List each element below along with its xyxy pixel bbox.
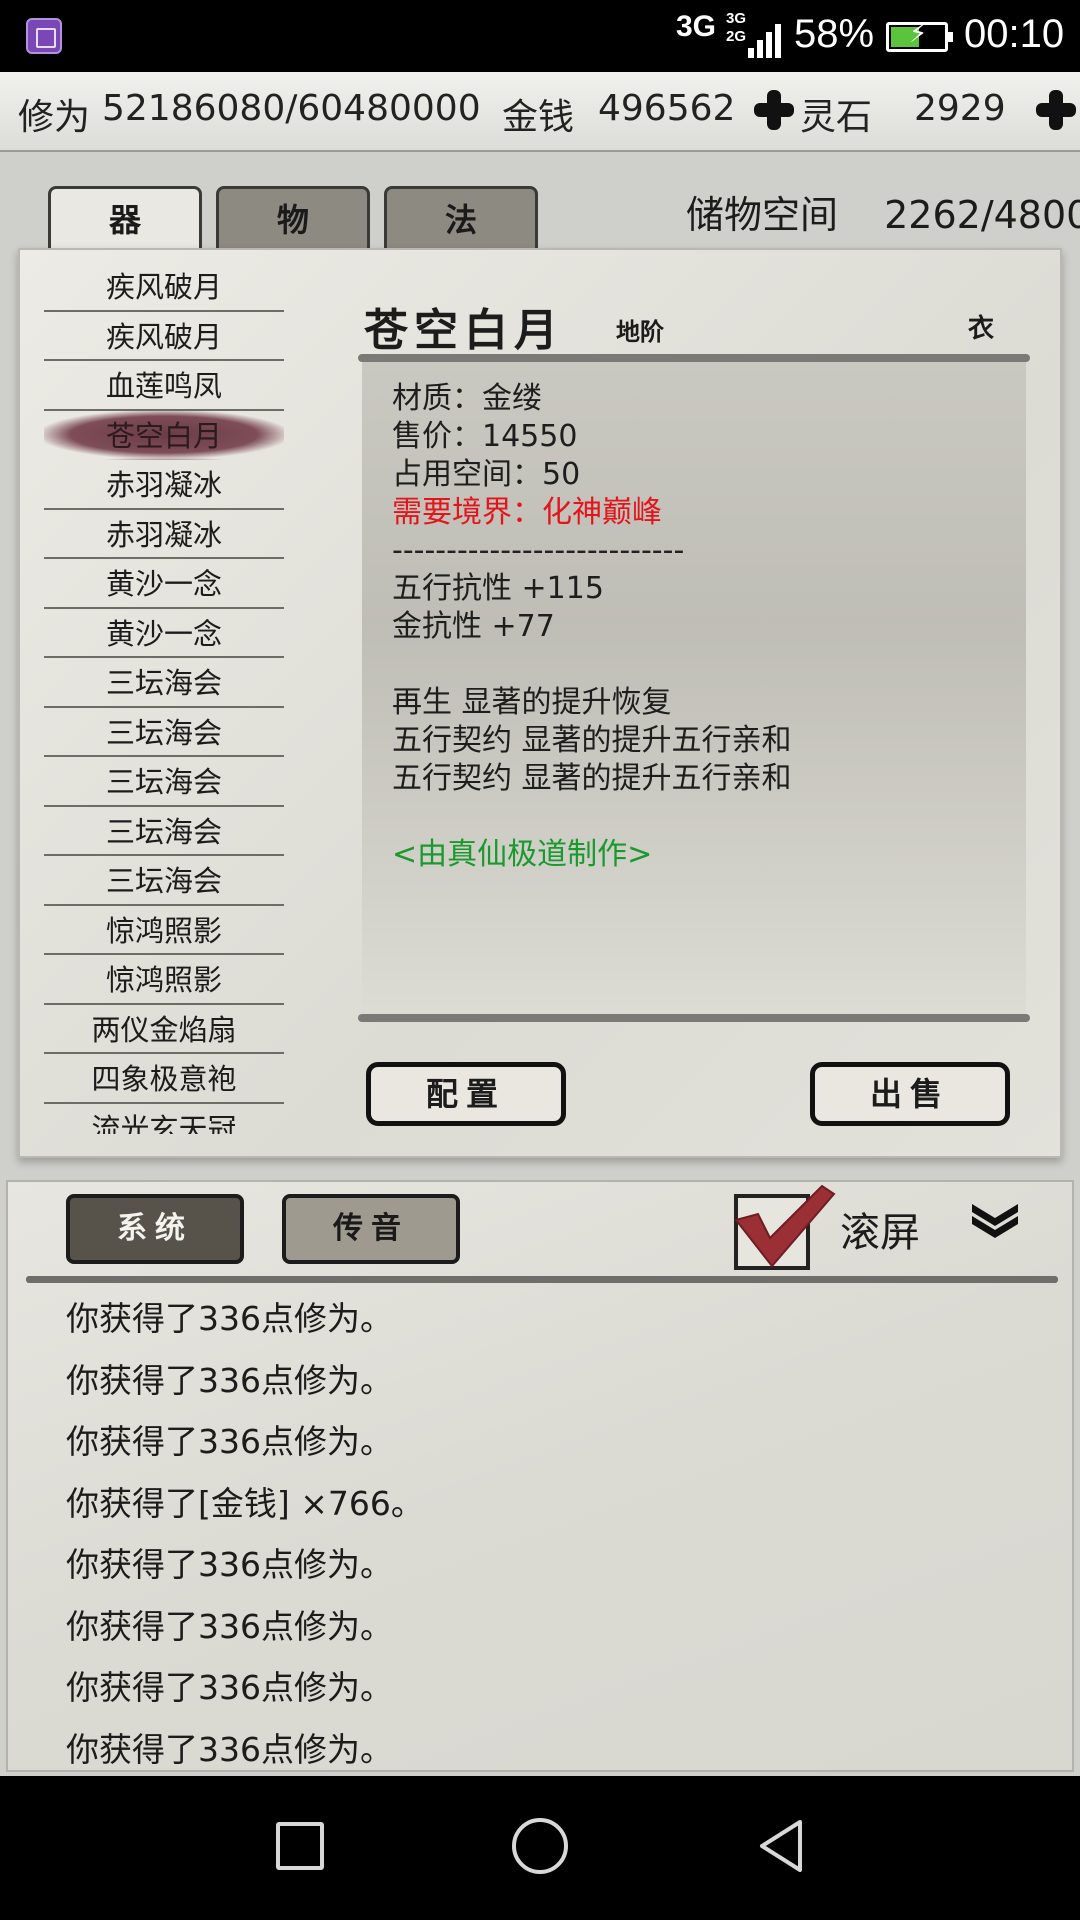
add-spirit-stone-plus-icon[interactable] — [1034, 88, 1078, 132]
list-item[interactable]: 黄沙一念 — [44, 609, 284, 658]
item-detail-box: 材质：金缕 售价：14550 占用空间：50 需要境界：化神巅峰 -------… — [362, 362, 1026, 1022]
item-material: 材质：金缕 — [392, 381, 542, 416]
detail-bottom-rule — [358, 1014, 1030, 1022]
resource-bar: 修为 52186080/60480000 金钱 496562 灵石 2929 — [0, 72, 1080, 152]
log-messages: 你获得了336点修为。 你获得了336点修为。 你获得了336点修为。 你获得了… — [66, 1288, 424, 1780]
tab-items[interactable]: 物 — [216, 186, 370, 250]
inventory-panel: 疾风破月 疾风破月 血莲鸣凤 苍空白月 赤羽凝冰 赤羽凝冰 黄沙一念 黄沙一念 … — [18, 248, 1062, 1158]
check-icon — [734, 1184, 836, 1268]
item-grade: 地阶 — [616, 317, 664, 346]
item-stat-metal: 金抗性 +77 — [392, 609, 555, 644]
cultivation-label: 修为 — [18, 97, 91, 138]
list-item[interactable]: 三坛海会 — [44, 807, 284, 856]
battery-percent: 58% — [794, 12, 875, 56]
money-value: 496562 — [598, 88, 736, 129]
battery-charging-icon: ⚡ — [886, 19, 953, 52]
double-chevron-down-icon[interactable] — [970, 1200, 1020, 1240]
item-list[interactable]: 疾风破月 疾风破月 血莲鸣凤 苍空白月 赤羽凝冰 赤羽凝冰 黄沙一念 黄沙一念 … — [44, 262, 284, 1134]
tab-system[interactable]: 系统 — [66, 1194, 244, 1264]
list-item[interactable]: 血莲鸣凤 — [44, 361, 284, 411]
home-icon[interactable] — [512, 1818, 568, 1874]
list-item[interactable]: 疾风破月 — [44, 262, 284, 312]
item-name: 苍空白月 — [364, 305, 564, 356]
list-item[interactable]: 两仪金焰扇 — [44, 1005, 284, 1054]
tab-equipment[interactable]: 器 — [48, 186, 202, 250]
list-item[interactable]: 三坛海会 — [44, 856, 284, 906]
storage-label: 储物空间 — [686, 193, 839, 237]
scroll-label: 滚屏 — [840, 1210, 920, 1256]
list-item[interactable]: 黄沙一念 — [44, 559, 284, 609]
list-item-selected[interactable]: 苍空白月 — [44, 410, 284, 460]
item-maker: <由真仙极道制作> — [392, 837, 653, 872]
detail-divider: --------------------------- — [392, 533, 685, 568]
system-nav-bar — [0, 1776, 1080, 1920]
cultivation-value: 52186080/60480000 — [102, 88, 481, 129]
item-stat-five-elements: 五行抗性 +115 — [392, 571, 604, 606]
message-log-panel: 系统 传音 滚屏 你获得了336点修为。 你获得了336点修为。 你获得了336… — [6, 1180, 1074, 1772]
log-line: 你获得了336点修为。 — [66, 1360, 393, 1400]
item-effect: 五行契约 显著的提升五行亲和 — [392, 761, 792, 796]
log-line: 你获得了336点修为。 — [66, 1422, 393, 1461]
item-effect: 五行契约 显著的提升五行亲和 — [392, 723, 792, 758]
list-item[interactable]: 四象极意袍 — [44, 1054, 284, 1104]
signal-strength-icon — [748, 16, 788, 58]
list-item[interactable]: 疾风破月 — [44, 312, 284, 361]
log-line: 你获得了336点修为。 — [66, 1668, 393, 1707]
add-money-plus-icon[interactable] — [752, 88, 796, 132]
list-item[interactable]: 三坛海会 — [44, 658, 284, 708]
list-item[interactable]: 流光玄天冠 — [44, 1104, 284, 1135]
tab-techniques[interactable]: 法 — [384, 186, 538, 250]
equip-button[interactable]: 配置 — [366, 1062, 566, 1126]
spirit-stone-value: 2929 — [914, 88, 1006, 129]
log-divider — [26, 1276, 1058, 1283]
money-label: 金钱 — [502, 97, 575, 138]
log-line: 你获得了336点修为。 — [66, 1729, 393, 1769]
list-item[interactable]: 三坛海会 — [44, 708, 284, 757]
spirit-stone-label: 灵石 — [800, 97, 873, 138]
item-type: 衣 — [968, 314, 995, 344]
list-item[interactable]: 赤羽凝冰 — [44, 510, 284, 559]
status-bar: 3G 3G 2G 58% ⚡ 00:10 — [0, 0, 1080, 72]
recent-apps-icon[interactable] — [276, 1822, 324, 1870]
log-line: 你获得了[金钱] ×766。 — [66, 1483, 424, 1523]
storage-value: 2262/4800 — [884, 193, 1080, 237]
network-type: 3G — [676, 10, 717, 43]
item-requirement: 需要境界：化神巅峰 — [392, 495, 662, 530]
list-item[interactable]: 惊鸿照影 — [44, 906, 284, 955]
item-effect: 再生 显著的提升恢复 — [392, 685, 672, 720]
clock: 00:10 — [964, 12, 1065, 56]
log-line: 你获得了336点修为。 — [66, 1299, 393, 1338]
item-price: 售价：14550 — [392, 419, 578, 454]
list-item[interactable]: 赤羽凝冰 — [44, 460, 284, 510]
storage-space: 储物空间 2262/4800 — [686, 184, 1080, 239]
sell-button[interactable]: 出售 — [810, 1062, 1010, 1126]
network-secondary: 3G 2G — [726, 10, 747, 45]
list-item[interactable]: 三坛海会 — [44, 757, 284, 807]
gallery-notification-icon — [26, 18, 62, 54]
item-space: 占用空间：50 — [392, 457, 581, 492]
back-icon[interactable] — [756, 1818, 806, 1874]
tab-voice[interactable]: 传音 — [282, 1194, 460, 1264]
list-item[interactable]: 惊鸿照影 — [44, 955, 284, 1005]
detail-top-rule — [358, 354, 1030, 362]
log-line: 你获得了336点修为。 — [66, 1545, 393, 1584]
log-line: 你获得了336点修为。 — [66, 1606, 393, 1646]
